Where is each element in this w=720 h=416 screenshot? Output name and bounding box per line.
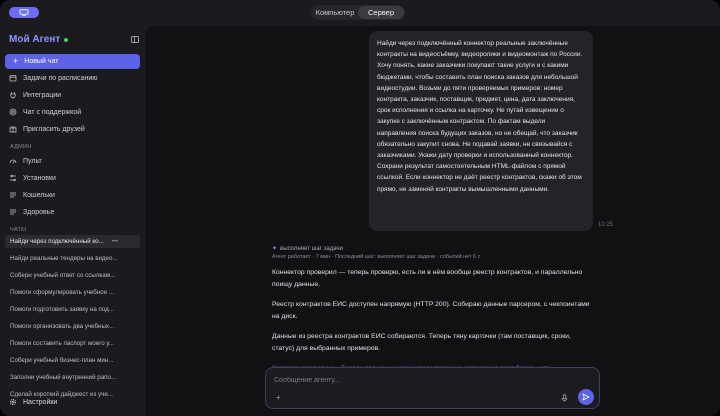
send-icon: [582, 393, 590, 401]
chat-item-title: Помоги составить паспорт моего у...: [10, 340, 115, 347]
reply-paragraph: Данные из реестра контрактов ЕИС собираю…: [272, 333, 571, 352]
chat-item-title: Заполни учебный внутренний рапо...: [10, 374, 117, 381]
agent-status: ✦ выполняет шаг задачи: [272, 245, 343, 253]
sidebar-item-invite-friends[interactable]: Пригласить друзей: [9, 123, 85, 135]
chat-item-title: Собери учебный ответ со ссылкам...: [10, 272, 116, 279]
message-time: 10:25: [598, 222, 614, 228]
sidebar-item-label: Пульт: [23, 157, 42, 165]
app-logo[interactable]: [9, 7, 39, 18]
chat-item[interactable]: Найди через подключённый ко... •••: [5, 235, 140, 248]
agent-name[interactable]: Мой Агент: [9, 34, 69, 45]
monitor-icon: [19, 9, 29, 16]
attach-plus-icon[interactable]: +: [276, 394, 281, 402]
sidebar-item-label: Кошельки: [23, 191, 55, 199]
settings-button[interactable]: Настройки: [9, 398, 57, 406]
message-composer: +: [265, 367, 600, 409]
reply-paragraph: Коннектор проверил — теперь проверю, ест…: [272, 269, 583, 288]
calendar-icon: [9, 74, 17, 82]
admin-section-label: АДМИН: [10, 144, 32, 150]
app-window: Компьютер Сервер Мой Агент + Новый чат З…: [0, 0, 720, 416]
send-button[interactable]: [578, 389, 594, 405]
top-bar: Компьютер Сервер: [0, 0, 720, 26]
chat-item-title: Помоги сформулировать учебное ...: [10, 289, 115, 296]
chat-item[interactable]: Помоги подготовить заявку на под...: [5, 303, 140, 316]
sidebar: Мой Агент + Новый чат Задачи по расписан…: [0, 26, 146, 416]
chat-item-title: Помоги организовать два учебных...: [10, 323, 115, 330]
chat-item-title: Помоги подготовить заявку на под...: [10, 306, 114, 313]
sidebar-item-settings-admin[interactable]: Установки: [9, 172, 56, 184]
chat-panel: Найди через подключённый коннектор реаль…: [146, 26, 720, 416]
chat-item[interactable]: Помоги сформулировать учебное ...: [5, 286, 140, 299]
gift-icon: [9, 125, 17, 133]
sidebar-item-scheduled-tasks[interactable]: Задачи по расписанию: [9, 72, 97, 84]
agent-name-text: Мой Агент: [9, 34, 61, 45]
reply-paragraph: Реестр контрактов ЕИС доступен напрямую …: [272, 301, 590, 320]
chat-item[interactable]: Собери учебный ответ со ссылкам...: [5, 269, 140, 282]
support-icon: [9, 108, 17, 116]
sidebar-item-health[interactable]: Здоровье: [9, 206, 54, 218]
gear-icon: [9, 398, 17, 406]
sidebar-item-support-chat[interactable]: Чат с поддержкой: [9, 106, 81, 118]
sidebar-item-label: Пригласить друзей: [23, 125, 85, 133]
user-message: Найди через подключённый коннектор реаль…: [369, 31, 593, 231]
agent-meta: Агент работает · 7 мин · Последний шаг: …: [272, 254, 481, 260]
microphone-icon[interactable]: [561, 394, 568, 402]
settings-label: Настройки: [23, 398, 58, 406]
plug-icon: [9, 91, 17, 99]
chat-item[interactable]: Найди реальные тендеры на видео...: [5, 252, 140, 265]
chat-item[interactable]: Собери учебный бизнес-план мин...: [5, 354, 140, 367]
chat-item[interactable]: Заполни учебный внутренний рапо...: [5, 371, 140, 384]
sidebar-item-dashboard[interactable]: Пульт: [9, 155, 42, 167]
collapse-sidebar-icon[interactable]: [131, 36, 139, 43]
list-icon: [9, 191, 17, 199]
plus-icon: +: [13, 56, 19, 66]
sidebar-item-label: Здоровье: [23, 208, 55, 216]
sparkle-icon: ✦: [272, 246, 278, 252]
online-status-dot: [64, 37, 69, 42]
new-chat-button[interactable]: + Новый чат: [5, 54, 140, 69]
chat-item[interactable]: Помоги составить паспорт моего у...: [5, 337, 140, 350]
chat-item-title: Собери учебный бизнес-план мин...: [10, 357, 114, 364]
sliders-icon: [9, 174, 17, 182]
sidebar-item-label: Чат с поддержкой: [23, 108, 82, 116]
chat-item[interactable]: Помоги организовать два учебных...: [5, 320, 140, 333]
sidebar-item-integrations[interactable]: Интеграции: [9, 89, 61, 101]
chat-options-icon[interactable]: •••: [112, 239, 118, 245]
sidebar-item-wallets[interactable]: Кошельки: [9, 189, 55, 201]
tab-computer[interactable]: Компьютер: [312, 6, 358, 19]
gauge-icon: [9, 157, 17, 165]
message-input[interactable]: [274, 374, 574, 386]
chat-item-title: Сделай короткий дайджест из уче...: [10, 391, 113, 398]
agent-reply: Коннектор проверил — теперь проверю, ест…: [272, 267, 592, 383]
sidebar-item-label: Интеграции: [23, 91, 62, 99]
mode-switch: Компьютер Сервер: [311, 5, 405, 20]
new-chat-label: Новый чат: [24, 58, 59, 65]
agent-status-text: выполняет шаг задачи: [280, 245, 343, 252]
sidebar-item-label: Задачи по расписанию: [23, 74, 98, 82]
tab-server[interactable]: Сервер: [358, 6, 404, 19]
chat-item-title: Найди через подключённый ко...: [10, 238, 104, 245]
chat-item-title: Найди реальные тендеры на видео...: [10, 255, 118, 262]
sidebar-item-label: Установки: [23, 174, 56, 182]
list-icon: [9, 208, 17, 216]
chats-section-label: ЧАТЫ: [10, 227, 27, 233]
